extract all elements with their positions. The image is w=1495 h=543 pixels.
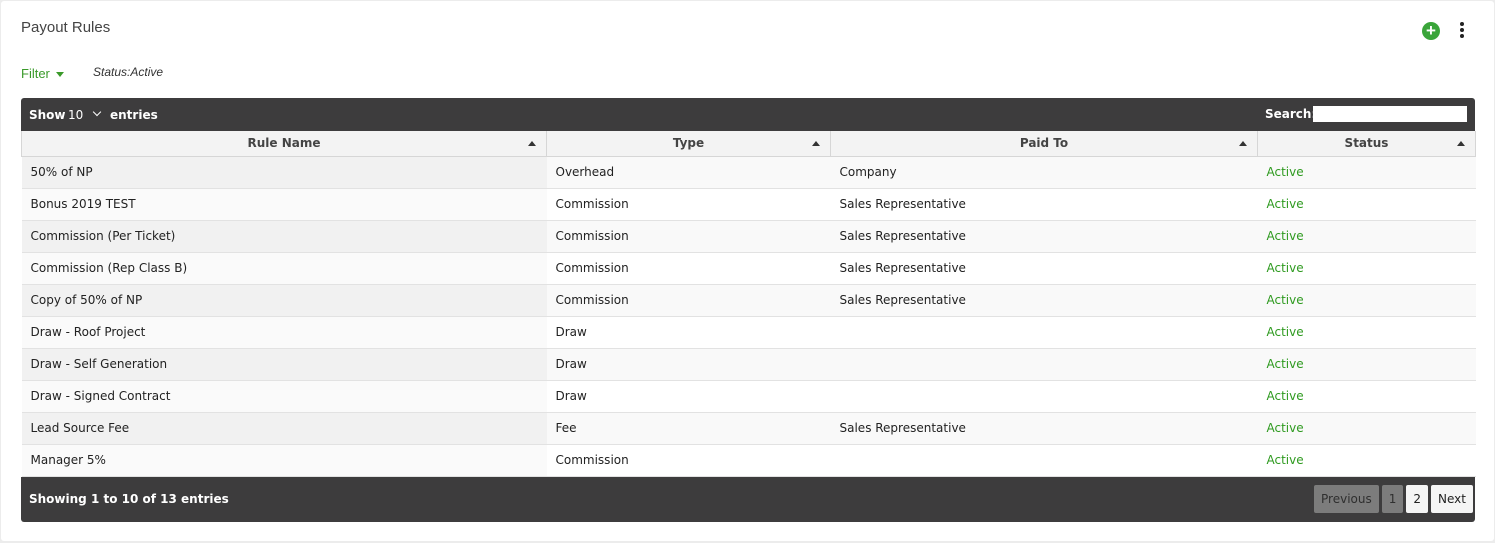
kebab-vertical-icon xyxy=(1456,22,1468,38)
rule-name-cell: Commission (Per Ticket) xyxy=(21,220,547,253)
column-header[interactable]: Paid To xyxy=(830,131,1258,157)
table-row[interactable]: Bonus 2019 TEST Commission Sales Represent… xyxy=(21,188,1476,221)
rule-name-cell: Manager 5% xyxy=(21,444,547,477)
rule-name-cell: Draw - Self Generation xyxy=(21,348,547,381)
sort-asc-icon[interactable] xyxy=(812,141,820,146)
table-row[interactable]: Commission (Rep Class B) Commission Sales … xyxy=(21,252,1476,285)
table-row[interactable]: Draw - Signed Contract Draw Active xyxy=(21,380,1476,413)
column-header-label: Status xyxy=(1344,136,1389,151)
type-cell: Commission xyxy=(546,252,831,285)
table-row[interactable]: Copy of 50% of NP Commission Sales Represe… xyxy=(21,284,1476,317)
status-cell: Active xyxy=(1257,316,1476,349)
page-button-2[interactable]: 2 xyxy=(1406,484,1429,513)
page-button-1[interactable]: 1 xyxy=(1381,484,1404,513)
type-cell: Commission xyxy=(546,284,831,317)
pagination: Previous 1 2 Next xyxy=(1314,484,1473,513)
sort-asc-icon[interactable] xyxy=(528,141,536,146)
table-row[interactable]: Draw - Roof Project Draw Active xyxy=(21,316,1476,349)
rule-name-cell: Copy of 50% of NP xyxy=(21,284,547,317)
type-cell: Commission xyxy=(546,444,831,477)
table-bottom-bar: Showing 1 to 10 of 13 entries Previous 1… xyxy=(21,476,1475,522)
paid-to-cell xyxy=(830,444,1258,477)
rule-name-cell: Draw - Signed Contract xyxy=(21,380,547,413)
rule-name-cell: Commission (Rep Class B) xyxy=(21,252,547,285)
payout-rules-panel: Payout Rules + Filter Status:Active Show… xyxy=(1,1,1494,541)
status-cell: Active xyxy=(1257,444,1476,477)
type-cell: Overhead xyxy=(546,156,831,189)
search-input[interactable] xyxy=(1313,106,1467,122)
payout-rules-table: Show 10 entries Search: Rule Name Type Pai… xyxy=(21,98,1476,522)
pagination-info: Showing 1 to 10 of 13 entries xyxy=(29,491,229,506)
previous-page-button[interactable]: Previous xyxy=(1314,484,1379,513)
paid-to-cell: Sales Representative xyxy=(830,284,1258,317)
status-cell: Active xyxy=(1257,220,1476,253)
filter-label: Filter xyxy=(21,66,50,81)
type-cell: Draw xyxy=(546,348,831,381)
entries-per-page-value: 10 xyxy=(68,108,84,122)
status-cell: Active xyxy=(1257,284,1476,317)
paid-to-cell: Sales Representative xyxy=(830,220,1258,253)
sort-asc-icon[interactable] xyxy=(1239,141,1247,146)
paid-to-cell xyxy=(830,348,1258,381)
column-header[interactable]: Rule Name xyxy=(21,131,547,157)
search-label: Search: xyxy=(1265,107,1317,121)
rule-name-cell: Bonus 2019 TEST xyxy=(21,188,547,221)
page-title: Payout Rules xyxy=(21,19,111,36)
paid-to-cell: Sales Representative xyxy=(830,412,1258,445)
type-cell: Fee xyxy=(546,412,831,445)
column-header[interactable]: Type xyxy=(546,131,831,157)
status-cell: Active xyxy=(1257,188,1476,221)
show-label: Show xyxy=(29,108,66,122)
entries-label: entries xyxy=(110,108,158,122)
add-rule-button[interactable]: + xyxy=(1422,22,1440,40)
status-cell: Active xyxy=(1257,252,1476,285)
status-cell: Active xyxy=(1257,380,1476,413)
rule-name-cell: Draw - Roof Project xyxy=(21,316,547,349)
data-table: Rule Name Type Paid To Status 50% of NP Over… xyxy=(21,131,1476,477)
table-row[interactable]: Commission (Per Ticket) Commission Sales R… xyxy=(21,220,1476,253)
type-cell: Draw xyxy=(546,316,831,349)
column-header-label: Type xyxy=(672,136,705,151)
paid-to-cell xyxy=(830,380,1258,413)
more-options-button[interactable] xyxy=(1456,22,1468,42)
header-row: Rule Name Type Paid To Status xyxy=(21,131,1476,157)
table-row[interactable]: Manager 5% Commission Active xyxy=(21,444,1476,477)
paid-to-cell xyxy=(830,316,1258,349)
entries-per-page-select[interactable]: 10 xyxy=(67,106,107,123)
chevron-down-icon xyxy=(92,107,102,117)
table-body: 50% of NP Overhead Company Active Bonus 2019… xyxy=(21,156,1476,477)
column-header-label: Paid To xyxy=(1019,136,1069,151)
status-cell: Active xyxy=(1257,156,1476,189)
status-cell: Active xyxy=(1257,348,1476,381)
caret-down-icon xyxy=(55,72,64,78)
paid-to-cell: Sales Representative xyxy=(830,252,1258,285)
sort-asc-icon[interactable] xyxy=(1457,141,1465,146)
active-filter-text: Status:Active xyxy=(93,65,164,79)
plus-circle-icon: + xyxy=(1426,21,1436,40)
table-row[interactable]: Draw - Self Generation Draw Active xyxy=(21,348,1476,381)
table-top-bar: Show 10 entries Search: xyxy=(21,98,1475,131)
filter-toggle[interactable]: Filter xyxy=(21,66,64,81)
type-cell: Commission xyxy=(546,188,831,221)
column-header-label: Rule Name xyxy=(247,136,321,151)
rule-name-cell: Lead Source Fee xyxy=(21,412,547,445)
paid-to-cell: Sales Representative xyxy=(830,188,1258,221)
next-page-button[interactable]: Next xyxy=(1431,484,1473,513)
table-row[interactable]: 50% of NP Overhead Company Active xyxy=(21,156,1476,189)
status-cell: Active xyxy=(1257,412,1476,445)
type-cell: Draw xyxy=(546,380,831,413)
table-row[interactable]: Lead Source Fee Fee Sales Representative Ac… xyxy=(21,412,1476,445)
column-header[interactable]: Status xyxy=(1257,131,1476,157)
paid-to-cell: Company xyxy=(830,156,1258,189)
type-cell: Commission xyxy=(546,220,831,253)
rule-name-cell: 50% of NP xyxy=(21,156,547,189)
